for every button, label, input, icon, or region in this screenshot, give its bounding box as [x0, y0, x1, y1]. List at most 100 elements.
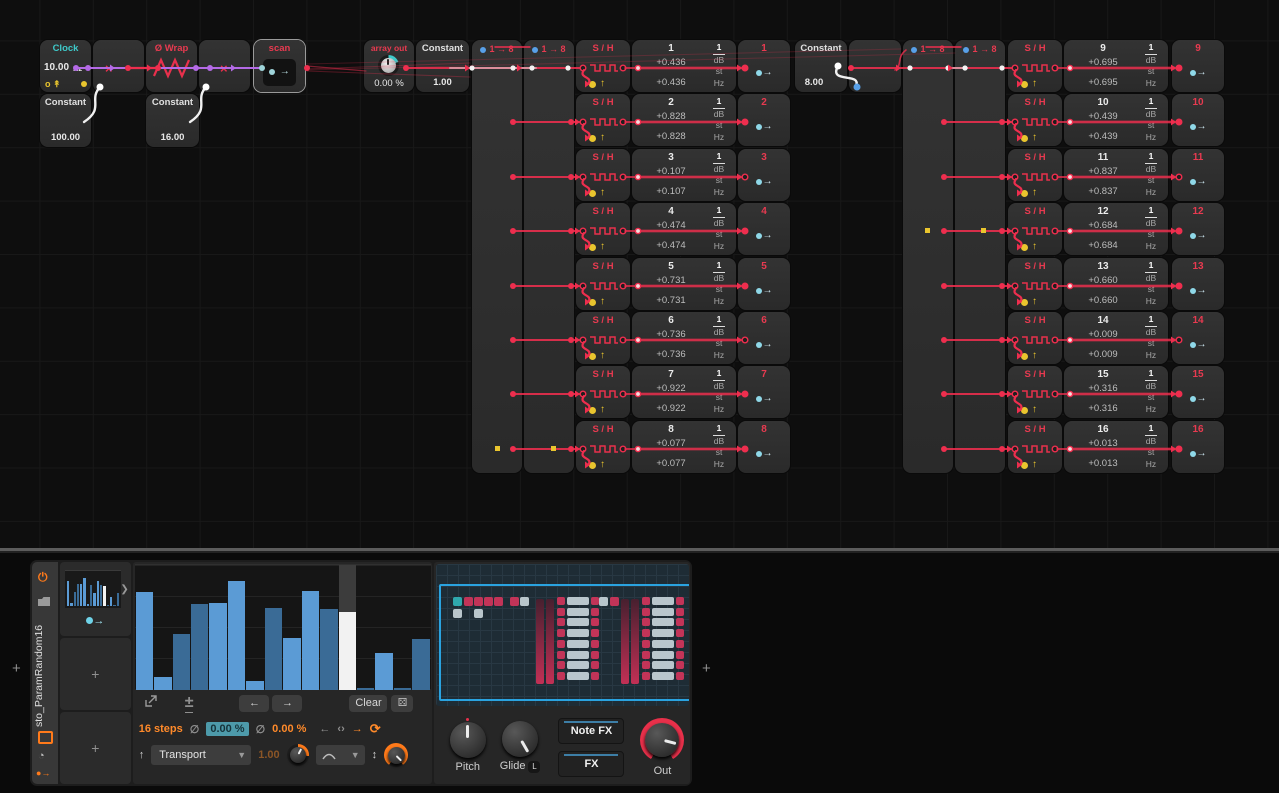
trigger-port-dot[interactable] [1021, 81, 1028, 88]
unit-option[interactable]: Hz [708, 404, 730, 416]
unit-option[interactable]: dB [708, 436, 730, 448]
trigger-port-dot[interactable] [1021, 353, 1028, 360]
remote-controls-icon[interactable] [38, 731, 53, 744]
chart-step-bar[interactable] [283, 638, 300, 690]
unit-option[interactable]: Hz [1140, 78, 1162, 90]
value-node[interactable]: 16+0.013+0.0131dBstHz [1064, 421, 1168, 473]
output-node[interactable]: 6→ [738, 312, 790, 364]
mode-dropdown[interactable]: Transport ▼ [151, 745, 251, 765]
unit-option[interactable]: Hz [1140, 459, 1162, 471]
unit-option[interactable]: st [1140, 392, 1162, 404]
constant-value[interactable]: 8.00 [795, 77, 833, 88]
unit-selector[interactable]: 1dBstHz [708, 96, 730, 143]
value-node[interactable]: 7+0.922+0.9221dBstHz [632, 366, 736, 418]
splitter-1to8-module[interactable]: 1 → 8 [524, 40, 574, 473]
value-upper[interactable]: +0.009 [1070, 329, 1136, 340]
mod-node[interactable]: × [199, 40, 250, 92]
unit-option[interactable]: dB [708, 218, 730, 230]
sample-hold-node[interactable]: S / H↑ [1008, 94, 1062, 146]
trigger-port-dot[interactable] [589, 462, 596, 469]
mod-node-right[interactable] [849, 40, 901, 92]
panel-divider[interactable] [0, 548, 1279, 553]
unit-option[interactable]: st [708, 392, 730, 404]
steps-count-label[interactable]: 16 steps [139, 723, 183, 735]
unit-selector[interactable]: 1dBstHz [708, 260, 730, 307]
unit-option[interactable]: 1 [708, 423, 730, 436]
pendulum-icon[interactable]: ‹› [337, 723, 344, 735]
sample-hold-node[interactable]: S / H↑ [576, 94, 630, 146]
unit-option[interactable]: Hz [708, 78, 730, 90]
device-power-icon[interactable]: ⏻ [38, 570, 48, 585]
chart-step-bar[interactable] [246, 681, 263, 690]
unit-option[interactable]: dB [708, 109, 730, 121]
spread-value[interactable]: 0.00 % [206, 722, 248, 736]
unit-option[interactable]: 1 [708, 368, 730, 381]
unit-selector[interactable]: 1dBstHz [708, 205, 730, 252]
output-node[interactable]: 1→ [738, 40, 790, 92]
chart-step-bar[interactable] [209, 603, 226, 690]
value-upper[interactable]: +0.077 [638, 438, 704, 449]
value-lower[interactable]: +0.684 [1070, 240, 1136, 251]
unit-selector[interactable]: 1dBstHz [1140, 423, 1162, 470]
trigger-port-dot[interactable] [1021, 135, 1028, 142]
value-lower[interactable]: +0.009 [1070, 349, 1136, 360]
sample-hold-node[interactable]: S / H↑ [1008, 258, 1062, 310]
value-node[interactable]: 12+0.684+0.6841dBstHz [1064, 203, 1168, 255]
value-node[interactable]: 14+0.009+0.0091dBstHz [1064, 312, 1168, 364]
unit-option[interactable]: dB [1140, 381, 1162, 393]
output-node[interactable]: 16→ [1172, 421, 1224, 473]
value-node[interactable]: 10+0.439+0.4391dBstHz [1064, 94, 1168, 146]
value-lower[interactable]: +0.695 [1070, 77, 1136, 88]
unit-option[interactable]: st [708, 229, 730, 241]
unit-option[interactable]: 1 [708, 260, 730, 273]
unit-selector[interactable]: 1dBstHz [1140, 205, 1162, 252]
shape-value[interactable]: 0.00 % [272, 723, 306, 735]
unit-selector[interactable]: 1dBstHz [1140, 368, 1162, 415]
fx-button[interactable]: FX [558, 751, 624, 777]
chart-step-bar[interactable] [191, 604, 208, 690]
out-control[interactable]: Out [640, 718, 684, 777]
unit-option[interactable]: dB [1140, 327, 1162, 339]
chart-step-slot[interactable] [228, 565, 245, 690]
unit-selector[interactable]: 1dBstHz [708, 151, 730, 198]
unit-option[interactable]: Hz [1140, 187, 1162, 199]
value-lower[interactable]: +0.922 [638, 403, 704, 414]
pitch-control[interactable]: Pitch [450, 722, 486, 773]
unit-selector[interactable]: 1dBstHz [1140, 96, 1162, 143]
output-node[interactable]: 9→ [1172, 40, 1224, 92]
unit-selector[interactable]: 1dBstHz [1140, 260, 1162, 307]
chart-step-slot[interactable] [173, 565, 190, 690]
step-back-icon[interactable]: ← [319, 723, 330, 735]
value-lower[interactable]: +0.013 [1070, 458, 1136, 469]
value-upper[interactable]: +0.660 [1070, 275, 1136, 286]
output-node[interactable]: 7→ [738, 366, 790, 418]
output-node[interactable]: 3→ [738, 149, 790, 201]
output-node[interactable]: 14→ [1172, 312, 1224, 364]
value-node[interactable]: 5+0.731+0.7311dBstHz [632, 258, 736, 310]
signal-flow-icon[interactable]: ●→ [36, 768, 50, 778]
unit-option[interactable]: st [708, 66, 730, 78]
trigger-port-dot[interactable] [589, 353, 596, 360]
unit-option[interactable]: Hz [1140, 404, 1162, 416]
unit-option[interactable]: 1 [1140, 423, 1162, 436]
value-lower[interactable]: +0.736 [638, 349, 704, 360]
wrap-node[interactable]: Ø Wrap [146, 40, 197, 92]
unit-option[interactable]: st [708, 447, 730, 459]
chart-step-bar[interactable] [339, 612, 356, 690]
add-module-slot[interactable]: + [60, 712, 131, 784]
chart-step-slot[interactable] [209, 565, 226, 690]
sample-hold-node[interactable]: S / H↑ [1008, 421, 1062, 473]
value-upper[interactable]: +0.736 [638, 329, 704, 340]
chart-step-bar[interactable] [375, 653, 392, 690]
splitter-1to8-module[interactable]: 1 → 8 [903, 40, 953, 473]
unit-option[interactable]: 1 [708, 96, 730, 109]
sample-hold-node[interactable]: S / H↑ [576, 149, 630, 201]
unit-option[interactable]: st [1140, 66, 1162, 78]
unit-option[interactable]: Hz [1140, 296, 1162, 308]
chart-step-slot[interactable] [136, 565, 153, 690]
step-forward-icon[interactable]: → [352, 723, 363, 735]
trigger-port-dot[interactable] [1021, 407, 1028, 414]
grid-patch-editor[interactable]: Clock 10.00 Hz o ↟ × Ø Wrap × scan → Con… [0, 0, 1279, 548]
chart-step-bar[interactable] [302, 591, 319, 690]
unit-option[interactable]: 1 [1140, 42, 1162, 55]
